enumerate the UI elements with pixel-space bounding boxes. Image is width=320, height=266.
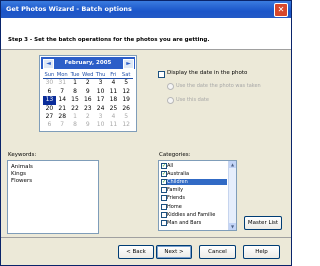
category-item[interactable]: Family	[161, 187, 227, 194]
scroll-down-button[interactable]: ▼	[229, 223, 236, 230]
window-title: Get Photos Wizard - Batch options	[6, 5, 132, 13]
calendar-day[interactable]: 30	[43, 79, 56, 87]
next-month-button[interactable]: ►	[123, 59, 134, 69]
category-item[interactable]: Kiddies and Familie	[161, 211, 227, 218]
calendar-day[interactable]: 12	[120, 88, 133, 96]
calendar-day[interactable]: 9	[81, 121, 94, 129]
day-of-week-label: Wed	[81, 72, 95, 80]
calendar-day[interactable]: 4	[107, 79, 120, 87]
calendar-day[interactable]: 3	[94, 113, 107, 121]
category-label: Man and Bars	[167, 219, 202, 226]
category-item[interactable]: Friends	[161, 195, 227, 202]
calendar-day[interactable]: 13	[43, 96, 56, 105]
category-label: Family	[167, 187, 184, 194]
keyword-item[interactable]: Animals	[11, 164, 33, 170]
category-item[interactable]: ✓ All	[161, 163, 227, 169]
calendar-day[interactable]: 7	[56, 121, 69, 129]
calendar-day[interactable]: 10	[94, 88, 107, 96]
cancel-button[interactable]: Cancel	[199, 245, 236, 259]
day-of-week-label: Sun	[43, 72, 56, 80]
close-button[interactable]: ✕	[274, 3, 288, 17]
keyword-item[interactable]: Kings	[11, 171, 26, 177]
calendar-day[interactable]: 31	[56, 79, 69, 87]
calendar-day[interactable]: 4	[107, 113, 120, 121]
calendar-day[interactable]: 25	[107, 105, 120, 113]
calendar-day[interactable]: 5	[120, 79, 133, 87]
title-bar[interactable]: Get Photos Wizard - Batch options ✕	[1, 1, 291, 18]
day-of-week-label: Thu	[94, 72, 107, 80]
day-of-week-label: Sat	[119, 71, 133, 80]
wizard-window: Get Photos Wizard - Batch options ✕ Step…	[0, 0, 292, 266]
calendar-month-label: February, 2005	[64, 60, 112, 66]
calendar-day[interactable]: 8	[69, 121, 82, 129]
calendar-day[interactable]: 17	[94, 96, 107, 104]
categories-scrollbar[interactable]: ▲ ▼	[228, 161, 236, 230]
calendar-day[interactable]: 1	[69, 113, 82, 121]
calendar-day[interactable]: 12	[120, 121, 133, 129]
calendar-day[interactable]: 15	[69, 96, 82, 104]
calendar-day[interactable]: 11	[107, 88, 120, 96]
calendar-day[interactable]: 22	[69, 105, 82, 113]
category-label: All	[167, 163, 174, 169]
calendar-day[interactable]: 19	[120, 96, 133, 104]
footer-divider	[1, 237, 291, 238]
date-taken-label: Use the date the photo was taken	[176, 83, 261, 89]
calendar-day[interactable]: 5	[120, 113, 133, 121]
calendar-day[interactable]: 7	[56, 88, 69, 96]
calendar-day[interactable]: 21	[56, 105, 69, 113]
calendar-day[interactable]: 20	[43, 105, 56, 113]
day-of-week-label: Mon	[55, 72, 69, 80]
category-label: Home	[167, 203, 182, 210]
categories-list[interactable]: ✓ All ✓ Australia ✓ Children Family Friends Home…	[158, 160, 237, 231]
this-date-label: Use this date	[176, 97, 209, 103]
calendar-day[interactable]: 26	[120, 105, 133, 113]
date-taken-radio[interactable]	[167, 83, 174, 90]
category-item[interactable]: ✓ Australia	[161, 171, 227, 178]
calendar-day[interactable]: 3	[94, 79, 107, 87]
category-label: Friends	[167, 195, 185, 202]
keyword-item[interactable]: Flowers	[11, 178, 32, 184]
calendar-day[interactable]: 18	[107, 96, 120, 104]
categories-label: Categories:	[159, 152, 191, 158]
back-button[interactable]: < Back	[118, 245, 154, 259]
next-button[interactable]: Next >	[156, 245, 192, 259]
calendar-day[interactable]: 9	[81, 88, 94, 96]
step-heading: Step 3 - Set the batch operations for th…	[8, 37, 210, 43]
category-item[interactable]: Home	[161, 203, 227, 210]
calendar-grid: Sun Mon Tue Wed Thu Fri Sat 30 31 1 2 3 4 5 6 7 8 9 10 11 12…	[43, 71, 133, 130]
calendar-day[interactable]: 24	[94, 105, 107, 113]
calendar-day[interactable]: 23	[81, 105, 94, 113]
keywords-list[interactable]: Animals Kings Flowers	[7, 160, 99, 234]
calendar-day[interactable]: 2	[81, 113, 94, 121]
calendar-day[interactable]: 10	[94, 121, 107, 129]
category-label: Children	[167, 179, 188, 186]
category-item[interactable]: Man and Bars	[161, 219, 227, 226]
calendar-day[interactable]: 16	[81, 96, 94, 104]
scroll-up-button[interactable]: ▲	[229, 161, 236, 168]
day-of-week-label: Tue	[68, 72, 82, 80]
keywords-label: Keywords:	[8, 152, 37, 158]
category-label: Australia	[167, 171, 190, 178]
display-date-label: Display the date in the photo	[167, 70, 248, 76]
calendar-day[interactable]: 1	[69, 79, 82, 87]
display-date-checkbox[interactable]	[158, 71, 165, 78]
wizard-header: Step 3 - Set the batch operations for th…	[1, 18, 291, 50]
calendar-day[interactable]: 8	[69, 88, 82, 96]
calendar-day[interactable]: 6	[43, 121, 56, 129]
calendar-day[interactable]: 11	[107, 121, 120, 129]
help-button[interactable]: Help	[243, 245, 280, 259]
prev-month-button[interactable]: ◄	[43, 59, 54, 69]
calendar-day[interactable]: 27	[43, 113, 56, 121]
this-date-radio[interactable]	[167, 97, 174, 104]
calendar-header: ◄ February, 2005 ►	[41, 57, 135, 69]
category-item[interactable]: ✓ Children	[161, 179, 227, 186]
day-of-week-label: Fri	[106, 71, 120, 80]
date-calendar[interactable]: ◄ February, 2005 ► Sun Mon Tue Wed Thu Fri Sat…	[39, 55, 137, 132]
calendar-day[interactable]: 6	[43, 88, 56, 96]
category-label: Kiddies and Familie	[167, 211, 216, 218]
calendar-day[interactable]: 14	[56, 96, 69, 104]
calendar-day[interactable]: 28	[56, 113, 69, 121]
calendar-day[interactable]: 2	[81, 79, 94, 87]
master-list-button[interactable]: Master List	[244, 216, 282, 230]
